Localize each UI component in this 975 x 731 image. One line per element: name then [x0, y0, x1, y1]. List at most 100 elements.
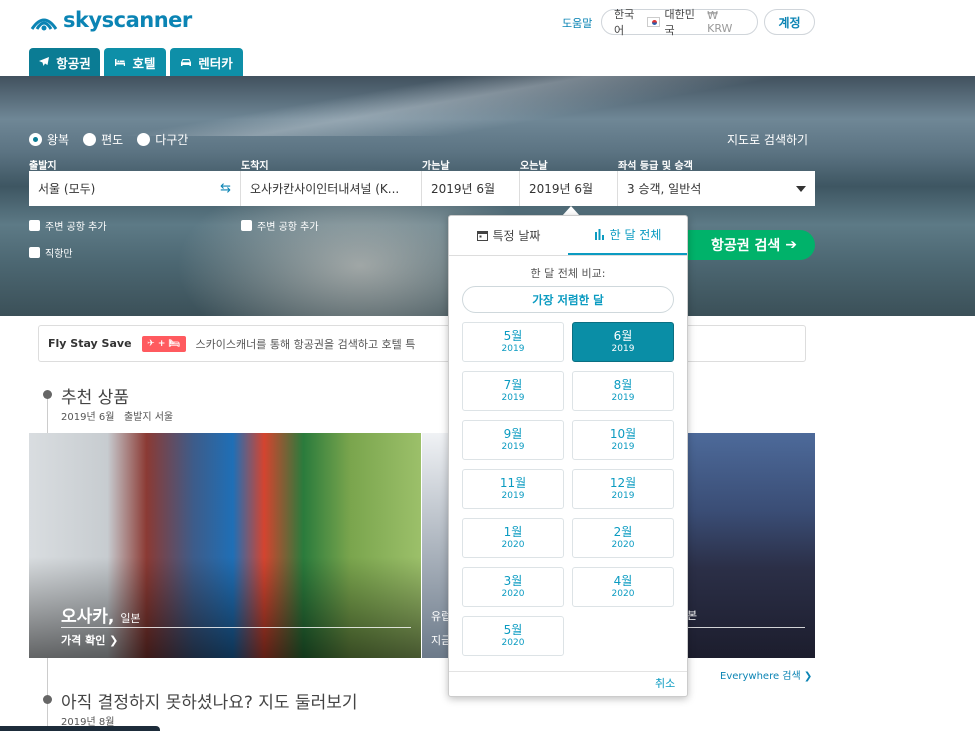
month-option-month: 11월 — [499, 476, 527, 490]
month-option[interactable]: 12월 2019 — [572, 469, 674, 509]
depart-date-value: 2019년 6월 — [431, 182, 496, 196]
fly-stay-save-banner[interactable]: Fly Stay Save ✈ + 🛏 스카이스캐너를 통해 항공권을 검색하고… — [38, 325, 806, 362]
recommended-date: 2019년 6월 출발지 서울 — [61, 412, 174, 423]
month-option[interactable]: 8월 2019 — [572, 371, 674, 411]
month-option-year: 2019 — [611, 393, 635, 403]
everywhere-search-link[interactable]: Everywhere 검색 ❯ — [720, 667, 812, 682]
tab-whole-month-label: 한 달 전체 — [609, 228, 662, 242]
month-option-year: 2020 — [611, 589, 635, 599]
trip-type-multicity[interactable]: 다구간 — [137, 131, 188, 148]
nearby-origin-label: 주변 공항 추가 — [45, 222, 107, 233]
month-option-month: 4월 — [613, 574, 633, 588]
cheapest-month-button[interactable]: 가장 저렴한 달 — [462, 286, 674, 313]
tab-flights-label: 항공권 — [56, 55, 91, 71]
car-icon — [181, 59, 192, 66]
month-option-month: 2월 — [613, 525, 633, 539]
tab-hotels[interactable]: 호텔 — [104, 48, 166, 76]
month-option-month: 3월 — [503, 574, 523, 588]
month-option-month: 7월 — [503, 378, 523, 392]
trip-type-oneway[interactable]: 편도 — [83, 131, 123, 148]
radio-selected-icon — [29, 133, 42, 146]
month-option-year: 2019 — [501, 491, 525, 501]
depart-date-input[interactable]: 2019년 6월 — [422, 171, 520, 206]
locale-country: 대한민국 — [664, 8, 695, 37]
month-option-year: 2019 — [501, 393, 525, 403]
return-date-input[interactable]: 2019년 6월 — [520, 171, 618, 206]
direct-only-label: 직항만 — [45, 249, 73, 260]
trip-type-roundtrip[interactable]: 왕복 — [29, 131, 69, 148]
month-option[interactable]: 2월 2020 — [572, 518, 674, 558]
check-price-link[interactable]: 가격 확인 ❯ — [61, 632, 118, 648]
tab-whole-month[interactable]: 한 달 전체 — [568, 216, 687, 255]
bottom-toolbar[interactable] — [0, 726, 160, 731]
deal-card-tokyo[interactable] — [687, 433, 815, 658]
origin-input[interactable]: 서울 (모두) ⇆ — [29, 171, 241, 206]
month-option-month: 5월 — [503, 623, 523, 637]
compare-label: 한 달 전체 비교: — [530, 267, 606, 280]
month-option-year: 2019 — [611, 442, 635, 452]
bed-icon — [115, 59, 126, 66]
nearby-destination-checkbox[interactable]: 주변 공항 추가 — [241, 218, 319, 233]
nearby-destination-label: 주변 공항 추가 — [257, 222, 319, 233]
cabin-passenger-select[interactable]: 3 승객, 일반석 — [618, 171, 815, 206]
month-option[interactable]: 7월 2019 — [462, 371, 564, 411]
destination-input[interactable]: 오사카칸사이인터내셔널 (K... — [241, 171, 422, 206]
return-label: 오는날 — [520, 161, 548, 172]
month-option[interactable]: 9월 2019 — [462, 420, 564, 460]
month-option[interactable]: 4월 2020 — [572, 567, 674, 607]
locale-selector-button[interactable]: 한국어 대한민국 ₩ KRW — [601, 8, 758, 37]
destination-value: 오사카칸사이인터내셔널 (K... — [250, 182, 400, 196]
radio-icon — [137, 133, 151, 146]
radio-icon — [83, 133, 97, 146]
locale-language: 한국어 — [614, 8, 635, 37]
tab-flights[interactable]: 항공권 — [29, 48, 100, 76]
trip-type-multicity-label: 다구간 — [155, 133, 189, 147]
month-option-year: 2019 — [611, 491, 635, 501]
month-option-year: 2020 — [501, 589, 525, 599]
fly-stay-save-text: 스카이스캐너를 통해 항공권을 검색하고 호텔 특 — [195, 337, 416, 351]
cabin-passenger-value: 3 승객, 일반석 — [627, 182, 702, 196]
checkbox-icon — [29, 247, 40, 258]
month-option[interactable]: 5월 2020 — [462, 616, 564, 656]
direct-only-checkbox[interactable]: 직항만 — [29, 245, 73, 260]
search-flights-label: 항공권 검색 — [710, 238, 781, 254]
origin-value: 서울 (모두) — [38, 182, 96, 196]
cancel-button[interactable]: 취소 — [655, 675, 675, 691]
swap-icon[interactable]: ⇆ — [220, 181, 231, 196]
month-option[interactable]: 1월 2020 — [462, 518, 564, 558]
deal-card-osaka-city: 오사카, 일본 — [61, 607, 141, 627]
deal-card-europe[interactable] — [422, 433, 448, 658]
month-option-month: 5월 — [503, 329, 523, 343]
deal-card-divider — [61, 627, 411, 628]
tab-specific-date[interactable]: 특정 날짜 — [449, 216, 568, 255]
korea-flag-icon — [647, 17, 661, 27]
month-option-month: 12월 — [609, 476, 637, 490]
month-option[interactable]: 6월 2019 — [572, 322, 674, 362]
popover-divider — [449, 671, 687, 672]
help-link[interactable]: 도움말 — [562, 15, 592, 31]
checkbox-icon — [29, 220, 40, 231]
plane-icon — [39, 57, 50, 66]
month-option[interactable]: 10월 2019 — [572, 420, 674, 460]
chevron-down-icon — [796, 185, 806, 192]
month-option-month: 1월 — [503, 525, 523, 539]
origin-label: 출발지 — [29, 161, 57, 172]
trip-type-roundtrip-label: 왕복 — [47, 133, 70, 147]
return-date-value: 2019년 6월 — [529, 182, 594, 196]
month-option[interactable]: 3월 2020 — [462, 567, 564, 607]
month-option[interactable]: 5월 2019 — [462, 322, 564, 362]
month-option-year: 2020 — [611, 540, 635, 550]
account-button[interactable]: 계정 — [764, 9, 815, 35]
locale-currency: ₩ KRW — [707, 9, 733, 35]
map-search-link[interactable]: 지도로 검색하기 — [727, 131, 808, 148]
timeline-dot — [43, 695, 52, 704]
skyscanner-logo[interactable]: skyscanner — [29, 8, 192, 32]
nearby-origin-checkbox[interactable]: 주변 공항 추가 — [29, 218, 107, 233]
timeline-dot — [43, 390, 52, 399]
checkbox-icon — [241, 220, 252, 231]
month-option[interactable]: 11월 2019 — [462, 469, 564, 509]
search-flights-button[interactable]: 항공권 검색 ➔ — [672, 230, 815, 260]
tab-cars[interactable]: 렌터카 — [170, 48, 243, 76]
trip-type-oneway-label: 편도 — [101, 133, 124, 147]
logo-text: skyscanner — [63, 8, 192, 32]
